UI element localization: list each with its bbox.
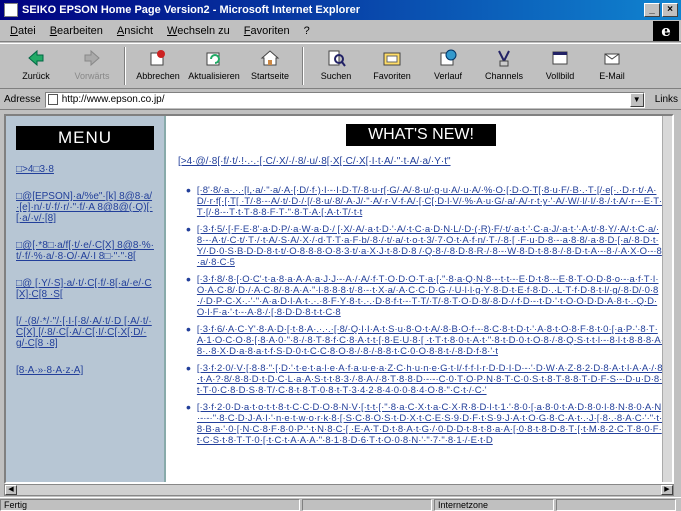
- address-url: http://www.epson.co.jp/: [61, 94, 165, 105]
- window-title: SEIKO EPSON Home Page Version2 - Microso…: [22, 4, 361, 16]
- news-item: • [·3·f·2·0·D·a·t·o·t·t·8·t·C·C·D·O·8·N·…: [186, 399, 664, 446]
- ie-throbber-logo: e: [653, 21, 679, 41]
- stop-label: Abbrechen: [136, 71, 180, 81]
- address-bar: Adresse http://www.epson.co.jp/ ▼ Links: [0, 90, 681, 110]
- refresh-icon: [206, 52, 220, 66]
- browser-content: MENU □>4□3·8 □@[EPSON]·a/%e"·[k] 8@8·a/·…: [4, 114, 674, 484]
- security-zone: Internetzone: [434, 498, 554, 511]
- refresh-label: Aktualisieren: [188, 71, 240, 81]
- news-item: • [·3·f·2·0/·V·[·8·8·"·[·D·'·t·e·t·a·l·e…: [186, 360, 664, 396]
- bullet-icon: •: [186, 321, 191, 337]
- forward-arrow-icon: [84, 49, 100, 67]
- search-label: Suchen: [320, 71, 352, 81]
- left-menu-link[interactable]: [/ ·(8/·*/·"/·[·I·[·8/·A/·t/·D [·A/·t/·C…: [16, 316, 154, 349]
- status-text: Fertig: [0, 498, 300, 511]
- menu-datei[interactable]: Datei: [10, 25, 36, 37]
- toolbar-separator: [302, 47, 304, 85]
- stop-icon: [150, 50, 165, 66]
- news-link[interactable]: [·3·f·5/·[·F·E·8'·a·D·P/·a·W·a·D·/ [·X/·…: [197, 224, 664, 268]
- news-item: • [·8'·8/·a·.·.·[I,·a/·"·a/·A·[·D/·f·)·I…: [186, 182, 664, 218]
- scroll-right-icon[interactable]: ▶: [661, 485, 673, 495]
- left-menu-link[interactable]: □>4□3·8: [16, 164, 154, 175]
- menu-bearbeiten[interactable]: Bearbeiten: [50, 25, 103, 37]
- fullscreen-button[interactable]: Vollbild: [532, 44, 588, 88]
- status-panel: [302, 498, 432, 511]
- standard-toolbar: Zurück Vorwärts Abbrechen Aktualisieren …: [0, 43, 681, 89]
- channels-icon: [498, 50, 510, 67]
- intro-link[interactable]: [>4·@/·8[·f/·t/·!·.·.·[·C/·X/·/·8/·u/·8[…: [178, 156, 664, 167]
- news-link[interactable]: [·3·f·2·0·D·a·t·o·t·t·8·t·C·C·D·O·8·N·V·…: [197, 402, 664, 446]
- channels-label: Channels: [484, 71, 524, 81]
- mail-label: E-Mail: [599, 71, 625, 81]
- status-panel: [556, 498, 676, 511]
- news-link[interactable]: [·8'·8/·a·.·.·[I,·a/·"·a/·A·[·D/·f·)·I·-…: [197, 185, 664, 218]
- address-label: Adresse: [4, 94, 41, 105]
- main-news-frame: WHAT'S NEW! [>4·@/·8[·f/·t/·!·.·.·[·C/·X…: [170, 116, 672, 482]
- stop-button[interactable]: Abbrechen: [130, 44, 186, 88]
- bullet-icon: •: [186, 271, 191, 287]
- news-item: • [·3·f·8/·8·[·O·C'·t·a·8·a·A·A·a·J·J·-·…: [186, 271, 664, 318]
- favorites-button[interactable]: Favoriten: [364, 44, 420, 88]
- fullscreen-icon: [552, 51, 568, 65]
- scroll-left-icon[interactable]: ◀: [5, 485, 17, 495]
- bullet-icon: •: [186, 399, 191, 415]
- menu-bar: Datei Bearbeiten Ansicht Wechseln zu Fav…: [0, 20, 681, 42]
- forward-label: Vorwärts: [74, 71, 110, 81]
- bullet-icon: •: [186, 360, 191, 376]
- news-link[interactable]: [·3·f·2·0/·V·[·8·8·"·[·D·'·t·e·t·a·l·e·A…: [197, 363, 664, 396]
- home-button[interactable]: Startseite: [242, 44, 298, 88]
- address-dropdown-button[interactable]: ▼: [629, 92, 644, 107]
- page-icon: [47, 94, 58, 105]
- horizontal-scrollbar[interactable]: ◀ ▶: [4, 484, 674, 496]
- fullscreen-label: Vollbild: [545, 71, 575, 81]
- mail-button[interactable]: E-Mail: [588, 44, 636, 88]
- favorites-label: Favoriten: [373, 71, 411, 81]
- mail-icon: [604, 53, 620, 65]
- news-list: • [·8'·8/·a·.·.·[I,·a/·"·a/·A·[·D/·f·)·I…: [178, 182, 664, 446]
- menu-favoriten[interactable]: Favoriten: [244, 25, 290, 37]
- menu-help[interactable]: ?: [304, 25, 310, 37]
- favorites-icon: [383, 52, 401, 66]
- menu-banner: MENU: [16, 126, 154, 150]
- back-arrow-icon: [28, 49, 44, 67]
- vertical-scrollbar[interactable]: [662, 116, 672, 482]
- forward-button[interactable]: Vorwärts: [64, 44, 120, 88]
- channels-button[interactable]: Channels: [476, 44, 532, 88]
- bullet-icon: •: [186, 221, 191, 237]
- home-icon: [260, 50, 280, 66]
- ie-app-icon: [4, 3, 18, 17]
- left-menu-link[interactable]: □@[EPSON]·a/%e"·[k] 8@8·a/·[e]·n/·t/·f/·…: [16, 191, 154, 224]
- history-icon: [440, 49, 457, 66]
- search-icon: [328, 50, 346, 67]
- links-button[interactable]: Links: [655, 94, 678, 105]
- search-button[interactable]: Suchen: [308, 44, 364, 88]
- status-bar: Fertig Internetzone: [0, 497, 681, 511]
- left-menu-link[interactable]: [8·A·»·8·A·z·A]: [16, 365, 154, 376]
- news-link[interactable]: [·3·f·8/·8·[·O·C'·t·a·8·a·A·A·a·J·J·-·A·…: [197, 274, 664, 318]
- left-menu-link[interactable]: □@ [·Y/·S]·a/·t/·C[·f/·8[·a/·e/·C[X]·C[8…: [16, 278, 154, 300]
- left-menu-frame: MENU □>4□3·8 □@[EPSON]·a/%e"·[k] 8@8·a/·…: [6, 116, 166, 482]
- menu-ansicht[interactable]: Ansicht: [117, 25, 153, 37]
- news-item: • [·3·f·5/·[·F·E·8'·a·D·P/·a·W·a·D·/ [·X…: [186, 221, 664, 268]
- news-item: • [·3·f·6/·A·C·Y'·8·A·D·[·t·8·A·.·.·.·[·…: [186, 321, 664, 357]
- news-link[interactable]: [·3·f·6/·A·C·Y'·8·A·D·[·t·8·A·.·.·.·[·8/…: [197, 324, 664, 357]
- address-input[interactable]: http://www.epson.co.jp/ ▼: [44, 91, 645, 108]
- whats-new-banner: WHAT'S NEW!: [346, 124, 496, 146]
- bullet-icon: •: [186, 182, 191, 198]
- refresh-button[interactable]: Aktualisieren: [186, 44, 242, 88]
- history-label: Verlauf: [433, 71, 463, 81]
- menu-wechseln-zu[interactable]: Wechseln zu: [167, 25, 230, 37]
- window-titlebar: SEIKO EPSON Home Page Version2 - Microso…: [0, 0, 681, 20]
- toolbar-separator: [124, 47, 126, 85]
- history-button[interactable]: Verlauf: [420, 44, 476, 88]
- back-button[interactable]: Zurück: [8, 44, 64, 88]
- home-label: Startseite: [250, 71, 290, 81]
- back-label: Zurück: [22, 71, 50, 81]
- close-button[interactable]: ×: [662, 3, 678, 17]
- window-buttons: _ ×: [644, 3, 678, 17]
- left-menu-link[interactable]: □@[·*8□·a/f[·t/·e/·C[X] 8@8·%·t/·f/·%·a/…: [16, 240, 154, 262]
- minimize-button[interactable]: _: [644, 3, 660, 17]
